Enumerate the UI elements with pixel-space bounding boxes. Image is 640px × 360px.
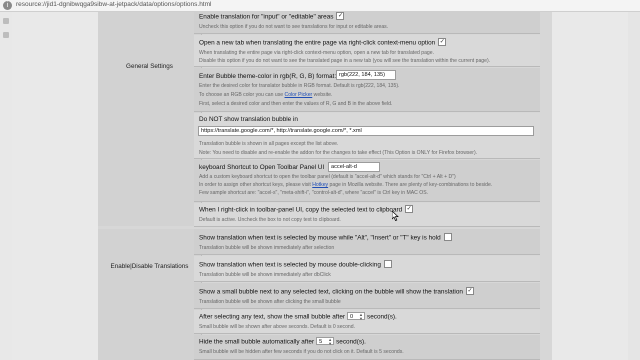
option-alt-insert: Show translation when text is selected b… xyxy=(194,229,540,255)
option-theme-color: Enter Bubble theme-color in rgb(R, G, B)… xyxy=(194,68,540,112)
theme-color-input[interactable]: rgb(222, 184, 135) xyxy=(336,70,396,80)
option-title: Show a small bubble next to any selected… xyxy=(199,288,463,296)
option-note: Small bubble will be hidden after few se… xyxy=(199,349,404,355)
hide-delay-value: 5 xyxy=(319,339,323,345)
sidebar-icon[interactable] xyxy=(3,18,9,24)
option-note: Translation bubble will be shown immedia… xyxy=(199,272,331,278)
option-title: Hide the small bubble automatically afte… xyxy=(199,338,315,346)
site-identity-icon[interactable]: i xyxy=(3,1,12,10)
option-note: Few sample shortcut are: "accel-s", "met… xyxy=(199,190,429,196)
option-note: Translation bubble will be shown immedia… xyxy=(199,245,335,251)
option-note: Enter the desired color for translator b… xyxy=(199,83,400,89)
option-title: When I right-click in toolbar-panel UI, … xyxy=(199,206,403,214)
option-title: After selecting any text, show the small… xyxy=(199,313,345,321)
show-delay-input[interactable]: 0 ▲ ▼ xyxy=(347,312,365,321)
address-bar[interactable]: i resource://jid1-dgnibwqga9sibw-at-jetp… xyxy=(0,0,640,12)
option-small-bubble: Show a small bubble next to any selected… xyxy=(194,283,540,309)
url-text: resource://jid1-dgnibwqga9sibw-at-jetpac… xyxy=(16,1,212,8)
small-bubble-checkbox[interactable]: ✓ xyxy=(465,287,474,295)
option-editable-areas: Enable translation for "input" or "edita… xyxy=(194,12,540,34)
option-copy-clipboard: When I right-click in toolbar-panel UI, … xyxy=(194,203,540,227)
spinner-icon[interactable]: ▲ ▼ xyxy=(359,313,363,321)
sidebar-icon[interactable] xyxy=(3,32,9,38)
browser-sidebar xyxy=(0,12,12,360)
option-title: Do NOT show translation bubble in xyxy=(199,116,298,123)
option-after-select: After selecting any text, show the small… xyxy=(194,310,540,334)
spinner-icon[interactable]: ▲ ▼ xyxy=(328,338,332,346)
option-note: Default is active. Uncheck the box to no… xyxy=(199,217,341,223)
option-note: First, select a desired color and then e… xyxy=(199,101,393,107)
section-label: General Settings xyxy=(126,63,173,70)
option-hide-after: Hide the small bubble automatically afte… xyxy=(194,335,540,360)
option-title: Enter Bubble theme-color in rgb(R, G, B)… xyxy=(199,73,337,80)
double-click-checkbox[interactable] xyxy=(383,260,392,268)
new-tab-checkbox[interactable]: ✓ xyxy=(438,38,447,46)
option-unit: second(s). xyxy=(367,313,397,321)
shortcut-input[interactable]: accel-alt-d xyxy=(328,162,380,172)
option-shortcut: keyboard Shortcut to Open Toolbar Panel … xyxy=(194,160,540,202)
option-note: Small bubble will be shown after above s… xyxy=(199,324,356,330)
hide-delay-input[interactable]: 5 ▲ ▼ xyxy=(316,337,335,346)
page-margin-right xyxy=(628,12,640,360)
excluded-sites-input[interactable]: https://translate.google.com/*, http://t… xyxy=(198,126,534,136)
option-note: Add a custom keyboard shortcut to open t… xyxy=(199,174,456,180)
option-double-click: Show translation when text is selected b… xyxy=(194,256,540,282)
option-note: To choose an RGB color you can use xyxy=(199,92,285,98)
section-enable-disable: Enable|Disable Translations xyxy=(98,229,202,360)
option-title: Open a new tab when translating the enti… xyxy=(199,39,436,47)
option-dont-show: Do NOT show translation bubble in https:… xyxy=(194,113,540,159)
option-note: Uncheck this option if you do not want t… xyxy=(199,24,389,30)
option-title: keyboard Shortcut to Open Toolbar Panel … xyxy=(199,164,325,171)
option-new-tab: Open a new tab when translating the enti… xyxy=(194,35,540,67)
option-note: Note: You need to disable and re-enable … xyxy=(199,150,478,156)
option-note: When translating the entire page via rig… xyxy=(199,50,435,56)
hotkey-link[interactable]: Hotkey xyxy=(312,182,328,188)
option-note: website. xyxy=(312,92,333,98)
copy-clipboard-checkbox[interactable]: ✓ xyxy=(405,205,414,213)
option-title: Show translation when text is selected b… xyxy=(199,234,441,242)
editable-areas-checkbox[interactable]: ✓ xyxy=(336,12,345,20)
option-note: Translation bubble will be shown after c… xyxy=(199,299,341,305)
color-picker-link[interactable]: Color Picker xyxy=(285,92,313,98)
option-note: Disable this option if you do not want t… xyxy=(199,58,491,64)
option-note: Translation bubble is shown in all pages… xyxy=(199,141,339,147)
option-title: Enable translation for "input" or "edita… xyxy=(199,13,334,21)
mouse-cursor-icon xyxy=(392,211,399,221)
alt-insert-checkbox[interactable] xyxy=(443,233,452,241)
option-note: page in Mozilla website. There are plent… xyxy=(328,182,493,188)
option-note: In order to assign other shortcut keys, … xyxy=(199,182,313,188)
show-delay-value: 0 xyxy=(350,314,354,320)
option-unit: second(s). xyxy=(336,338,366,346)
option-title: Show translation when text is selected b… xyxy=(199,261,381,269)
section-label: Enable|Disable Translations xyxy=(110,263,189,270)
section-general-settings: General Settings xyxy=(98,12,202,226)
